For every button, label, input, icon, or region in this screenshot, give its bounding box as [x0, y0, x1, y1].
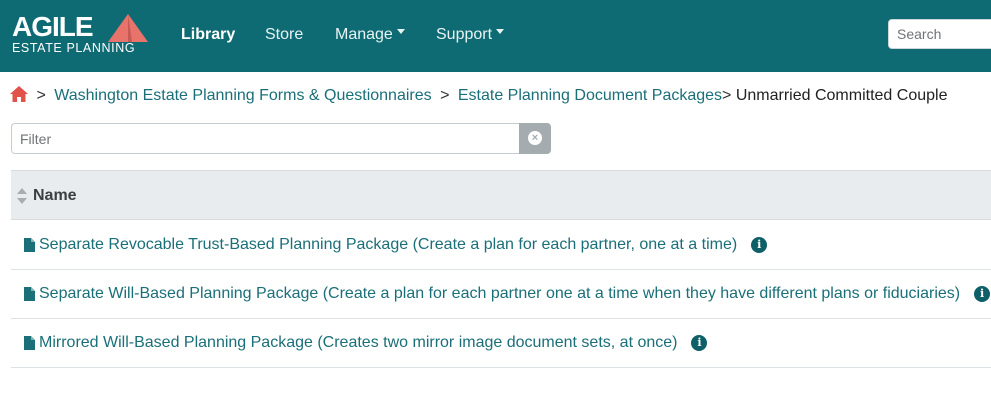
package-link[interactable]: Separate Revocable Trust-Based Planning … [39, 235, 768, 255]
filter-group: × [11, 123, 551, 154]
clear-x-icon: × [528, 131, 542, 145]
nav-library-link[interactable]: Library [181, 24, 235, 46]
filter-input[interactable] [11, 123, 520, 154]
table-row: Mirrored Will-Based Planning Package (Cr… [11, 319, 991, 368]
breadcrumb-separator: > [722, 87, 736, 104]
package-title: Separate Revocable Trust-Based Planning … [39, 236, 738, 253]
nav-manage-label: Manage [335, 26, 393, 43]
logo-mountain-icon [108, 14, 148, 42]
package-link[interactable]: Mirrored Will-Based Planning Package (Cr… [39, 333, 708, 353]
document-icon [24, 238, 35, 252]
caret-down-icon [496, 29, 505, 35]
info-icon[interactable]: i [691, 335, 708, 351]
table-row: Separate Revocable Trust-Based Planning … [11, 221, 991, 270]
nav-store-link[interactable]: Store [265, 24, 303, 46]
agile-estate-planning-logo[interactable]: AGILE ESTATE PLANNING [12, 11, 148, 58]
home-icon[interactable] [10, 86, 28, 102]
breadcrumb-document-packages-link[interactable]: Estate Planning Document Packages [458, 87, 722, 104]
column-header-name[interactable]: Name [33, 186, 77, 206]
breadcrumb-washington-forms-link[interactable]: Washington Estate Planning Forms & Quest… [54, 87, 431, 104]
top-navbar: AGILE ESTATE PLANNING Library Store Mana… [0, 0, 991, 72]
nav-support-dropdown[interactable]: Support [436, 24, 505, 46]
filter-clear-button[interactable]: × [519, 123, 551, 154]
search-input[interactable] [888, 19, 991, 49]
table-row: Separate Will-Based Planning Package (Cr… [11, 270, 991, 319]
logo-word: AGILE [12, 11, 94, 42]
document-icon [24, 336, 35, 350]
nav-manage-dropdown[interactable]: Manage [335, 24, 405, 46]
nav-support-label: Support [436, 26, 493, 43]
breadcrumb-current: Unmarried Committed Couple [735, 87, 948, 104]
breadcrumb-separator: > [36, 87, 46, 104]
info-icon[interactable]: i [974, 286, 991, 302]
info-icon[interactable]: i [751, 237, 768, 253]
package-link[interactable]: Separate Will-Based Planning Package (Cr… [39, 284, 991, 304]
table-header: Name [11, 170, 991, 220]
package-title: Mirrored Will-Based Planning Package (Cr… [39, 334, 678, 351]
document-icon [24, 287, 35, 301]
caret-down-icon [396, 29, 405, 35]
logo-subtitle: ESTATE PLANNING [12, 41, 136, 55]
package-title: Separate Will-Based Planning Package (Cr… [39, 285, 961, 302]
breadcrumb: > Washington Estate Planning Forms & Que… [10, 86, 947, 106]
breadcrumb-separator: > [440, 87, 450, 104]
sort-icon[interactable] [17, 188, 27, 204]
